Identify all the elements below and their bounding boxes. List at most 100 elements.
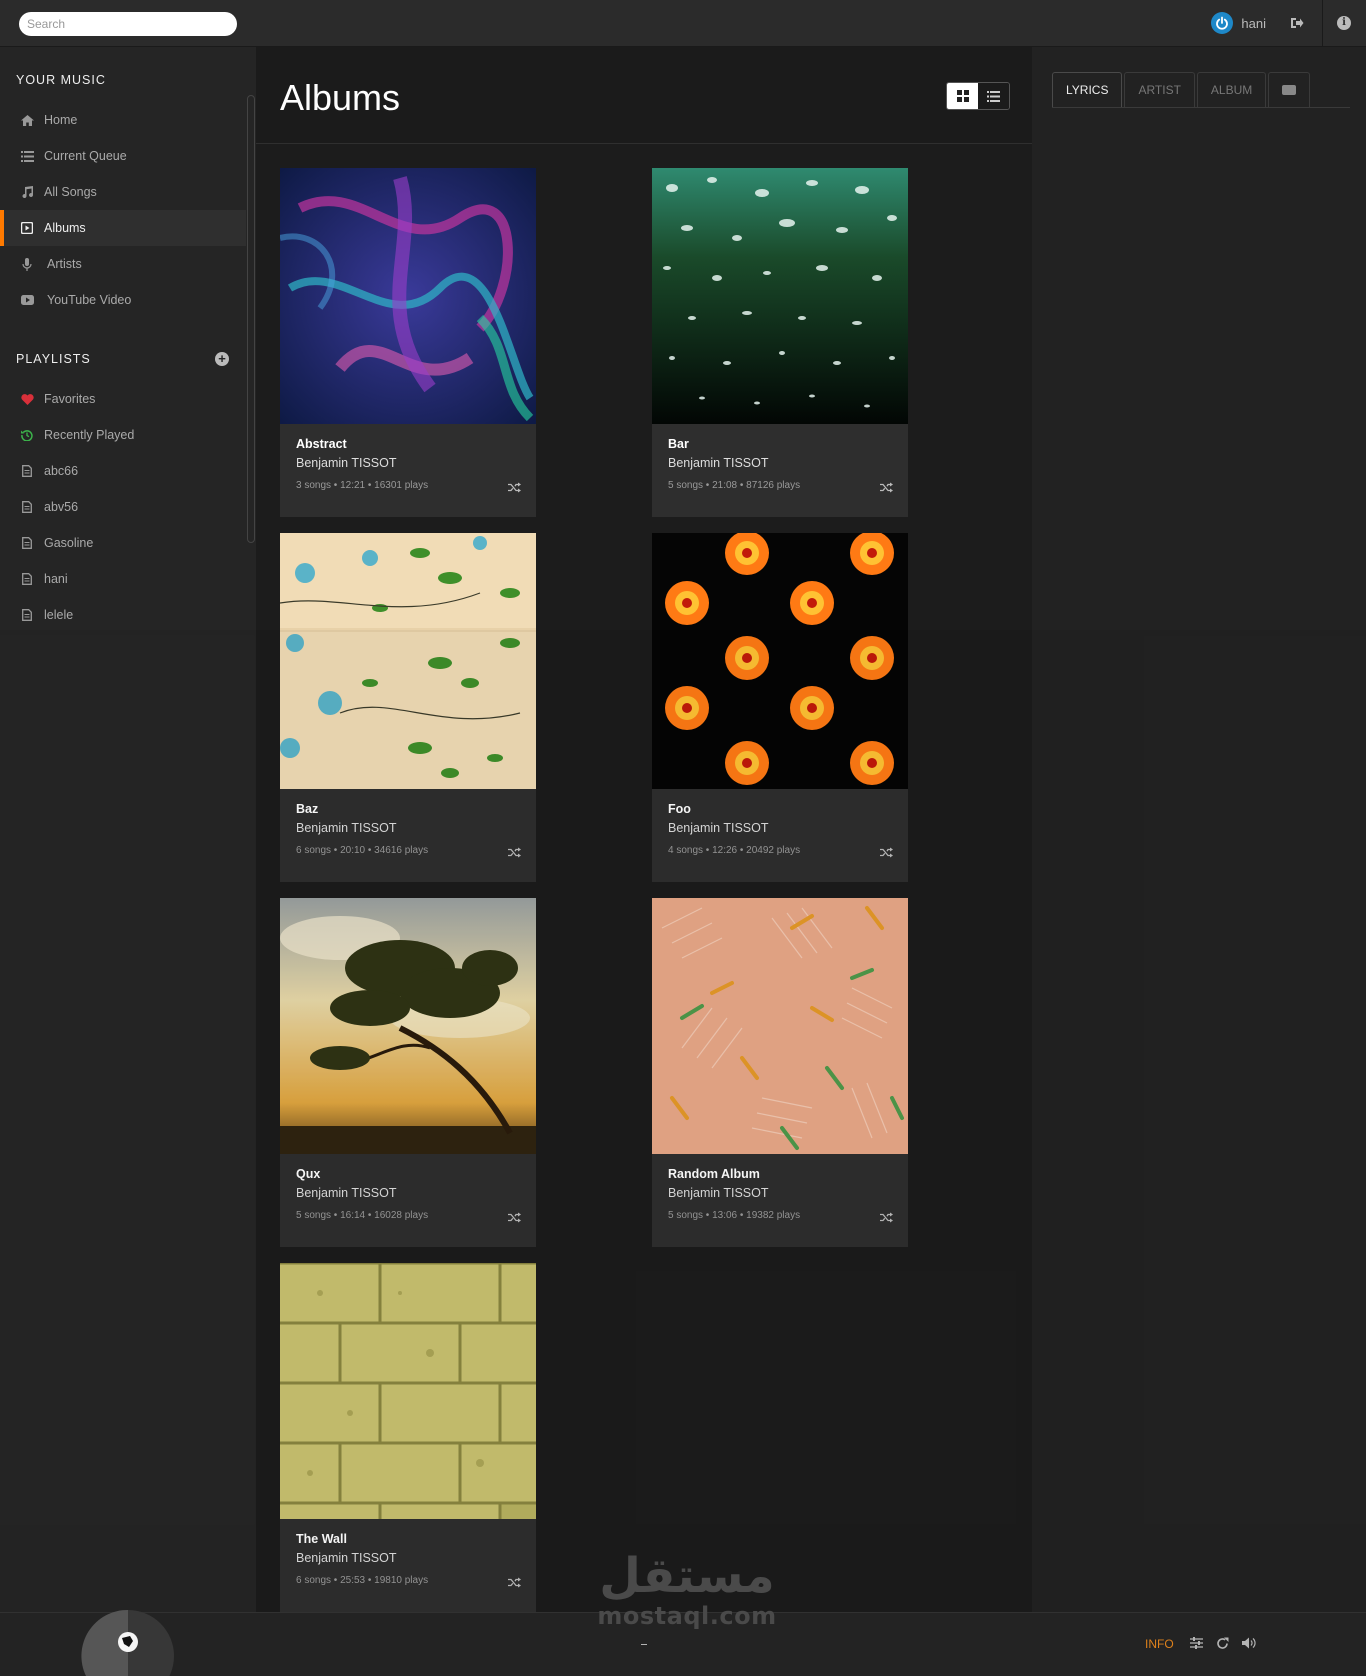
equalizer-icon[interactable] bbox=[1190, 1637, 1204, 1651]
right-panel: LYRICS ARTIST ALBUM bbox=[1032, 47, 1366, 1612]
progress-indicator[interactable] bbox=[641, 1644, 647, 1645]
music-note-icon bbox=[20, 185, 34, 199]
grid-view-icon[interactable] bbox=[947, 83, 978, 109]
file-icon bbox=[20, 500, 34, 514]
playlist-item-abv56[interactable]: abv56 bbox=[0, 489, 246, 525]
album-name[interactable]: The Wall bbox=[296, 1532, 347, 1546]
youtube-icon bbox=[1282, 85, 1297, 95]
shuffle-icon[interactable] bbox=[508, 480, 521, 493]
power-icon[interactable] bbox=[1211, 12, 1234, 34]
album-cover[interactable] bbox=[280, 898, 536, 1154]
sidebar-item-label: Current Queue bbox=[44, 149, 127, 163]
sidebar-item-label: YouTube Video bbox=[47, 293, 132, 307]
tabs-divider bbox=[1052, 107, 1350, 108]
watermark: مستقل mostaql.com bbox=[592, 1550, 782, 1630]
logout-icon[interactable] bbox=[1290, 16, 1306, 30]
shuffle-icon[interactable] bbox=[880, 480, 893, 493]
playlist-item-recently-played[interactable]: Recently Played bbox=[0, 417, 246, 453]
album-meta: 5 songs • 21:08 • 87126 plays bbox=[668, 480, 801, 491]
tab-lyrics[interactable]: LYRICS bbox=[1052, 72, 1123, 107]
album-artist[interactable]: Benjamin TISSOT bbox=[296, 1551, 397, 1565]
album-cover[interactable] bbox=[652, 533, 908, 789]
tab-album[interactable]: ALBUM bbox=[1196, 72, 1267, 107]
sidebar-item-label: Home bbox=[44, 113, 78, 127]
album-cover[interactable] bbox=[280, 533, 536, 789]
sidebar-item-home[interactable]: Home bbox=[0, 102, 246, 138]
sidebar-item-all-songs[interactable]: All Songs bbox=[0, 174, 246, 210]
album-meta: 5 songs • 16:14 • 16028 plays bbox=[296, 1210, 429, 1221]
album-artist[interactable]: Benjamin TISSOT bbox=[668, 821, 769, 835]
list-icon bbox=[20, 149, 34, 163]
file-icon bbox=[20, 572, 34, 586]
list-view-icon[interactable] bbox=[978, 83, 1009, 109]
album-artist[interactable]: Benjamin TISSOT bbox=[668, 1186, 769, 1200]
album-card-random-album[interactable]: Random Album Benjamin TISSOT 5 songs • 1… bbox=[652, 898, 908, 1247]
playlist-item-abc66[interactable]: abc66 bbox=[0, 453, 246, 489]
album-card-abstract[interactable]: Abstract Benjamin TISSOT 3 songs • 12:21… bbox=[280, 168, 536, 517]
album-card-qux[interactable]: Qux Benjamin TISSOT 5 songs • 16:14 • 16… bbox=[280, 898, 536, 1247]
playlist-item-hani[interactable]: hani bbox=[0, 561, 246, 597]
album-meta: 6 songs • 20:10 • 34616 plays bbox=[296, 845, 429, 856]
album-name[interactable]: Bar bbox=[668, 437, 689, 451]
microphone-icon bbox=[20, 257, 34, 271]
sidebar-item-current-queue[interactable]: Current Queue bbox=[0, 138, 246, 174]
watermark-latin: mostaql.com bbox=[597, 1602, 777, 1630]
shuffle-icon[interactable] bbox=[508, 1210, 521, 1223]
album-card-bar[interactable]: Bar Benjamin TISSOT 5 songs • 21:08 • 87… bbox=[652, 168, 908, 517]
repeat-icon[interactable] bbox=[1216, 1637, 1230, 1651]
album-meta: 6 songs • 25:53 • 19810 plays bbox=[296, 1575, 429, 1586]
main-header: Albums bbox=[256, 47, 1032, 144]
sidebar-item-label: All Songs bbox=[44, 185, 97, 199]
file-icon bbox=[20, 464, 34, 478]
home-icon bbox=[20, 113, 34, 127]
volume-icon[interactable] bbox=[1242, 1637, 1256, 1651]
album-icon bbox=[20, 221, 34, 235]
playlist-item-gasoline[interactable]: Gasoline bbox=[0, 525, 246, 561]
playlist-item-lelele[interactable]: lelele bbox=[0, 597, 246, 633]
album-name[interactable]: Baz bbox=[296, 802, 318, 816]
search-input[interactable] bbox=[19, 12, 237, 36]
album-card-foo[interactable]: Foo Benjamin TISSOT 4 songs • 12:26 • 20… bbox=[652, 533, 908, 882]
info-icon[interactable]: i bbox=[1337, 16, 1351, 30]
album-meta: 3 songs • 12:21 • 16301 plays bbox=[296, 480, 429, 491]
shuffle-icon[interactable] bbox=[508, 1575, 521, 1588]
tab-artist[interactable]: ARTIST bbox=[1124, 72, 1195, 107]
file-icon bbox=[20, 536, 34, 550]
playlist-label: abc66 bbox=[44, 464, 79, 478]
album-artist[interactable]: Benjamin TISSOT bbox=[296, 1186, 397, 1200]
album-cover[interactable] bbox=[652, 898, 908, 1154]
shuffle-icon[interactable] bbox=[880, 845, 893, 858]
album-cover[interactable] bbox=[652, 168, 908, 424]
now-playing-cover[interactable] bbox=[80, 1608, 176, 1676]
playlist-item-favorites[interactable]: Favorites bbox=[0, 381, 246, 417]
shuffle-icon[interactable] bbox=[508, 845, 521, 858]
sidebar-item-youtube-video[interactable]: YouTube Video bbox=[0, 282, 246, 318]
playlist-label: Recently Played bbox=[44, 428, 135, 442]
tab-youtube[interactable] bbox=[1268, 72, 1311, 107]
sidebar-scrollbar[interactable] bbox=[247, 95, 255, 543]
sidebar-item-label: Albums bbox=[44, 221, 86, 235]
album-cover[interactable] bbox=[280, 168, 536, 424]
album-meta: 5 songs • 13:06 • 19382 plays bbox=[668, 1210, 801, 1221]
history-icon bbox=[20, 428, 34, 442]
add-playlist-icon[interactable]: + bbox=[215, 352, 229, 366]
sidebar-item-artists[interactable]: Artists bbox=[0, 246, 246, 282]
page-title: Albums bbox=[280, 77, 401, 118]
album-name[interactable]: Qux bbox=[296, 1167, 320, 1181]
user-menu[interactable]: hani bbox=[1211, 12, 1266, 34]
album-card-baz[interactable]: Baz Benjamin TISSOT 6 songs • 20:10 • 34… bbox=[280, 533, 536, 882]
album-name[interactable]: Random Album bbox=[668, 1167, 760, 1181]
album-name[interactable]: Foo bbox=[668, 802, 691, 816]
info-button[interactable]: INFO bbox=[1145, 1637, 1174, 1651]
album-name[interactable]: Abstract bbox=[296, 437, 347, 451]
shuffle-icon[interactable] bbox=[880, 1210, 893, 1223]
username[interactable]: hani bbox=[1241, 16, 1266, 31]
sidebar-item-albums[interactable]: Albums bbox=[0, 210, 246, 246]
album-artist[interactable]: Benjamin TISSOT bbox=[296, 821, 397, 835]
top-bar: hani i bbox=[0, 0, 1366, 47]
album-artist[interactable]: Benjamin TISSOT bbox=[296, 456, 397, 470]
divider bbox=[1322, 0, 1323, 47]
album-card-the-wall[interactable]: The Wall Benjamin TISSOT 6 songs • 25:53… bbox=[280, 1263, 536, 1612]
album-cover[interactable] bbox=[280, 1263, 536, 1519]
album-artist[interactable]: Benjamin TISSOT bbox=[668, 456, 769, 470]
